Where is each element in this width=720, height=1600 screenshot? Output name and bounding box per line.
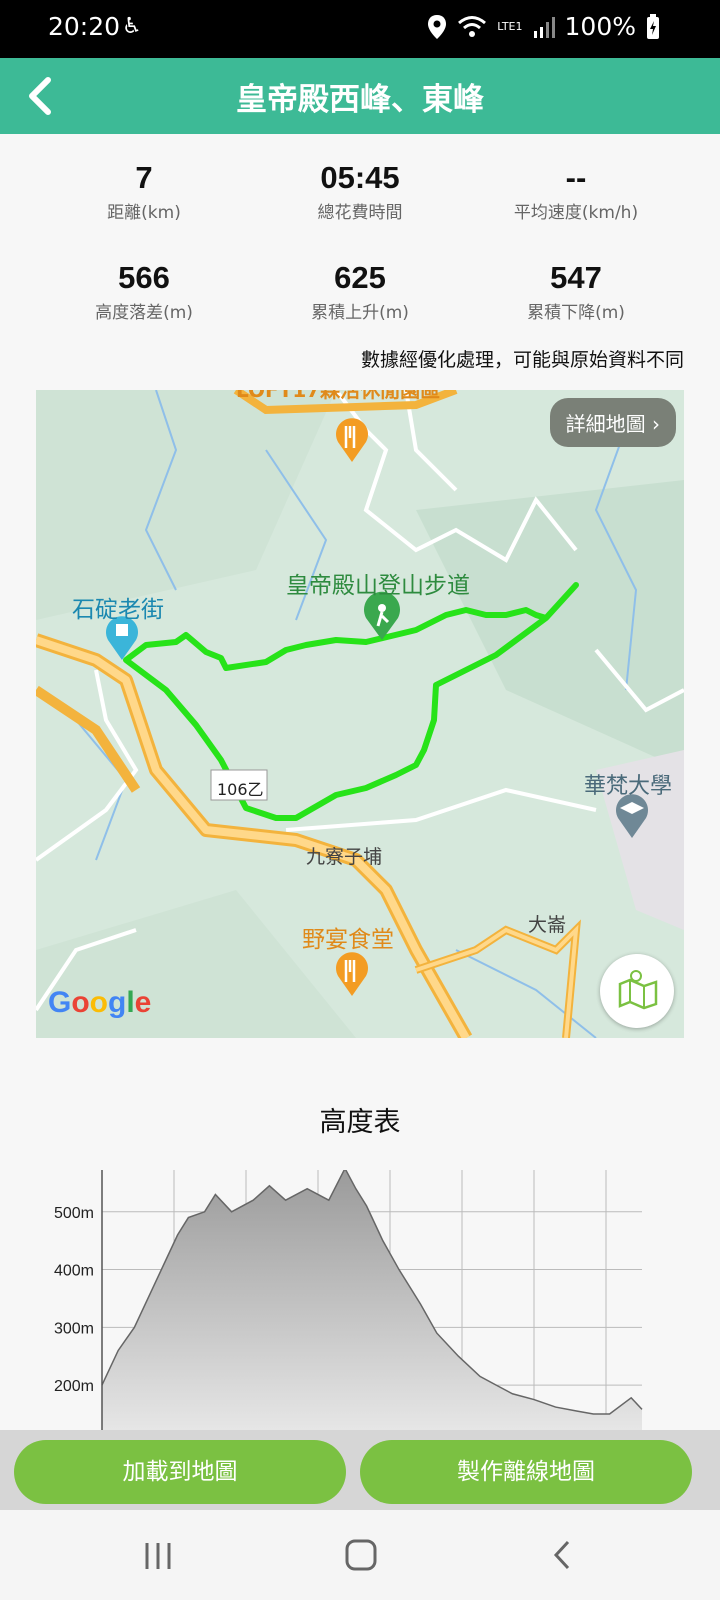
y-tick-label: 500m bbox=[54, 1205, 94, 1222]
page-title: 皇帝殿西峰、東峰 bbox=[236, 82, 484, 118]
map-label-loft: LOFT17森活休閒園區 bbox=[236, 390, 441, 402]
stat-label: 距離(km) bbox=[107, 203, 181, 223]
optimization-note: 數據經優化處理，可能與原始資料不同 bbox=[360, 349, 684, 371]
map-label-restaurant: 野宴食堂 bbox=[302, 927, 394, 953]
system-nav-bar bbox=[0, 1510, 720, 1600]
notification-icon: ♿ bbox=[122, 14, 142, 39]
y-tick-label: 200m bbox=[54, 1378, 94, 1395]
map-label-place: 大崙 bbox=[528, 914, 567, 936]
stat-average-speed: -- 平均速度(km/h) bbox=[456, 160, 696, 223]
elevation-area bbox=[102, 1170, 642, 1430]
recent-apps-icon[interactable] bbox=[142, 1540, 174, 1572]
stat-label: 總花費時間 bbox=[317, 203, 403, 223]
status-time: 20:20 bbox=[48, 12, 121, 41]
action-bar: 加載到地圖 製作離線地圖 bbox=[0, 1430, 720, 1510]
stat-value: 05:45 bbox=[320, 160, 400, 195]
stat-value: 7 bbox=[135, 160, 153, 195]
restaurant-pin bbox=[336, 952, 368, 996]
stat-total-ascent: 625 累積上升(m) bbox=[240, 260, 480, 323]
status-bar: 20:20 ♿ LTE1 100% bbox=[0, 0, 720, 58]
map-label-old-street: 石碇老街 bbox=[72, 597, 164, 623]
y-tick-label: 400m bbox=[54, 1263, 94, 1280]
stat-label: 高度落差(m) bbox=[95, 303, 193, 323]
network-label: LTE1 bbox=[497, 20, 523, 33]
elevation-chart: 600m500m400m300m200m bbox=[54, 1170, 643, 1430]
stat-value: 547 bbox=[550, 260, 602, 295]
location-icon bbox=[428, 14, 447, 39]
make-offline-map-button[interactable]: 製作離線地圖 bbox=[360, 1440, 692, 1504]
stat-value: 566 bbox=[118, 260, 170, 295]
map-label-university: 華梵大學 bbox=[584, 774, 673, 799]
detail-map-button[interactable]: 詳細地圖 › bbox=[549, 398, 676, 447]
stat-label: 累積上升(m) bbox=[311, 303, 409, 323]
map-label-trail: 皇帝殿山登山步道 bbox=[286, 573, 470, 599]
map-label-village: 九寮子埔 bbox=[306, 846, 383, 868]
wifi-icon bbox=[458, 15, 487, 37]
google-logo: Google bbox=[48, 986, 152, 1019]
load-to-map-button[interactable]: 加載到地圖 bbox=[14, 1440, 346, 1504]
elevation-title: 高度表 bbox=[319, 1107, 401, 1138]
loft-pin bbox=[336, 418, 368, 462]
back-icon[interactable] bbox=[548, 1538, 578, 1572]
stat-elevation-difference: 566 高度落差(m) bbox=[24, 260, 264, 323]
battery-icon bbox=[647, 13, 659, 39]
y-tick-label: 300m bbox=[54, 1320, 94, 1337]
map-layer-button[interactable] bbox=[600, 954, 674, 1028]
stat-label: 累積下降(m) bbox=[527, 303, 625, 323]
app-bar: 皇帝殿西峰、東峰 bbox=[0, 58, 720, 134]
stat-total-time: 05:45 總花費時間 bbox=[240, 160, 480, 223]
stat-label: 平均速度(km/h) bbox=[513, 203, 639, 223]
home-icon[interactable] bbox=[344, 1538, 378, 1572]
stat-distance: 7 距離(km) bbox=[24, 160, 264, 223]
folded-map-icon bbox=[618, 970, 658, 1010]
stat-value: 625 bbox=[334, 260, 386, 295]
signal-icon bbox=[533, 16, 555, 38]
battery-percent: 100% bbox=[564, 12, 636, 41]
map-label-road: 106乙 bbox=[217, 780, 264, 799]
stat-value: -- bbox=[565, 160, 587, 195]
stat-total-descent: 547 累積下降(m) bbox=[456, 260, 696, 323]
route-map[interactable]: LOFT17森活休閒園區 皇帝殿山登山步道 石碇老街 106乙 九寮子埔 野宴食… bbox=[36, 390, 684, 1038]
